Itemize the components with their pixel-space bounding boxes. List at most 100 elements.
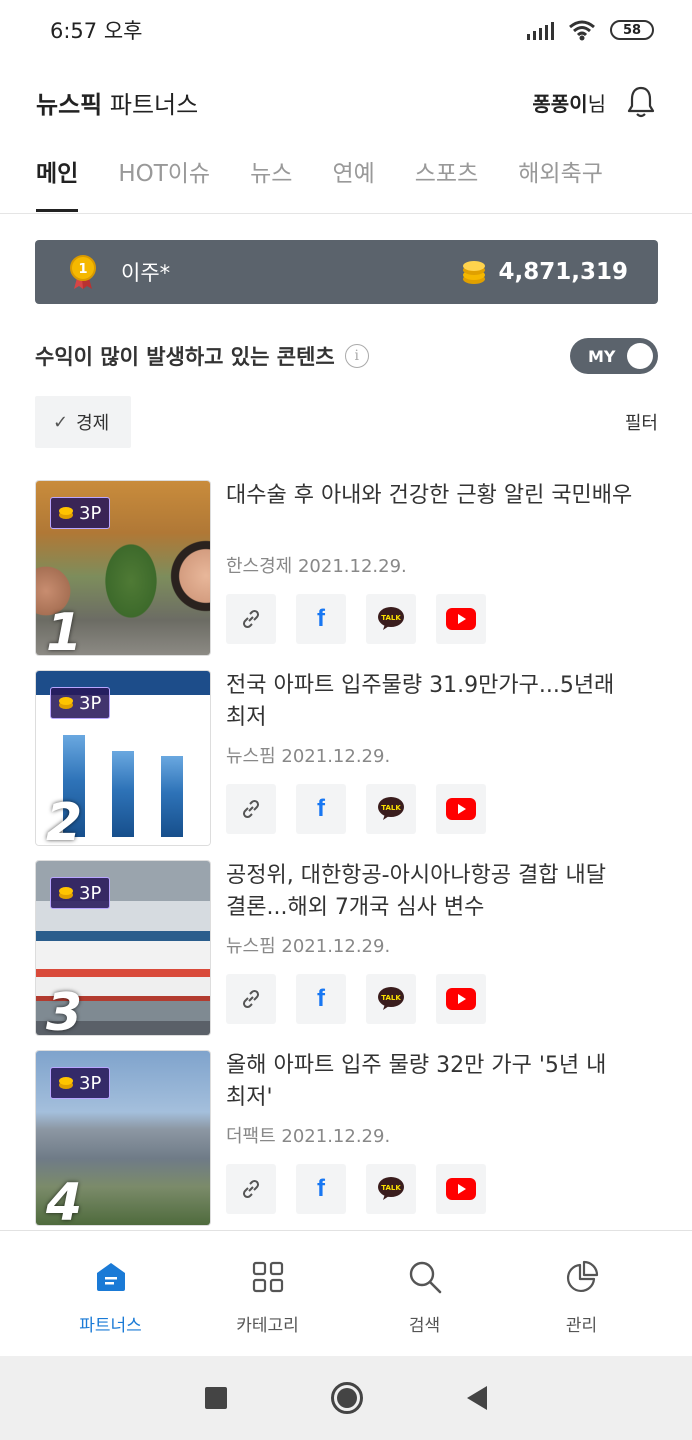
facebook-share-button[interactable]: f	[296, 1164, 346, 1214]
pie-chart-icon	[566, 1260, 598, 1292]
kakaotalk-share-button[interactable]: TALK	[366, 974, 416, 1024]
list-item[interactable]: 3P 2 전국 아파트 입주물량 31.9만가구...5년래 최저 뉴스핌 20…	[35, 670, 658, 860]
kakaotalk-share-button[interactable]: TALK	[366, 784, 416, 834]
youtube-share-button[interactable]	[436, 594, 486, 644]
facebook-icon: f	[317, 1175, 325, 1202]
my-toggle-label: MY	[588, 346, 616, 366]
article-source-date: 뉴스핌 2021.12.29.	[226, 936, 391, 957]
points-badge-label: 3P	[79, 502, 102, 524]
article-source-date: 더팩트 2021.12.29.	[226, 1126, 391, 1147]
section-header: 수익이 많이 발생하고 있는 콘텐츠 i MY	[35, 334, 658, 378]
category-tabs: 메인 HOT이슈 뉴스 연예 스포츠 해외축구	[0, 146, 692, 214]
nav-manage[interactable]: 관리	[522, 1231, 642, 1356]
copy-link-button[interactable]	[226, 594, 276, 644]
filter-button[interactable]: 필터	[625, 409, 658, 435]
points-badge-label: 3P	[79, 1072, 102, 1094]
points-badge: 3P	[50, 497, 111, 529]
facebook-icon: f	[317, 605, 325, 632]
article-title[interactable]: 올해 아파트 입주 물량 32만 가구 '5년 내 최저'	[226, 1050, 658, 1114]
bottom-navigation: 파트너스 카테고리 검색 관리	[0, 1230, 692, 1356]
back-icon[interactable]	[467, 1386, 487, 1410]
section-title: 수익이 많이 발생하고 있는 콘텐츠	[35, 345, 335, 369]
facebook-share-button[interactable]: f	[296, 594, 346, 644]
top-earner-name: 이주*	[121, 261, 171, 285]
list-item[interactable]: 3P 4 올해 아파트 입주 물량 32만 가구 '5년 내 최저' 더팩트 2…	[35, 1050, 658, 1240]
battery-icon: 58	[610, 20, 654, 40]
rank-number: 4	[46, 1173, 83, 1226]
home-icon	[96, 1263, 125, 1291]
kakaotalk-share-button[interactable]: TALK	[366, 1164, 416, 1214]
tab-overseas-soccer[interactable]: 해외축구	[518, 146, 603, 212]
article-thumbnail[interactable]: 3P 2	[35, 670, 211, 846]
app-header: 뉴스픽 파트너스 퐁퐁이님	[0, 70, 692, 134]
copy-link-button[interactable]	[226, 974, 276, 1024]
user-greeting[interactable]: 퐁퐁이님	[532, 88, 606, 117]
link-icon	[242, 609, 260, 629]
article-thumbnail[interactable]: 3P 4	[35, 1050, 211, 1226]
app-title: 뉴스픽 파트너스	[36, 85, 198, 120]
kakaotalk-share-button[interactable]: TALK	[366, 594, 416, 644]
system-nav-bar	[0, 1356, 692, 1440]
nav-label: 카테고리	[236, 1316, 299, 1336]
copy-link-button[interactable]	[226, 1164, 276, 1214]
copy-link-button[interactable]	[226, 784, 276, 834]
status-indicators: 58	[527, 19, 654, 41]
chip-label: 경제	[76, 413, 110, 434]
link-icon	[242, 799, 260, 819]
my-toggle[interactable]: MY	[570, 338, 658, 374]
coin-icon	[59, 697, 73, 709]
youtube-share-button[interactable]	[436, 784, 486, 834]
link-icon	[242, 989, 260, 1009]
home-button-icon[interactable]	[331, 1382, 363, 1414]
recents-icon[interactable]	[205, 1387, 227, 1409]
top-earner-banner[interactable]: 1 이주* 4,871,319	[35, 240, 658, 304]
nav-partners[interactable]: 파트너스	[51, 1231, 171, 1356]
tab-hot-issue[interactable]: HOT이슈	[118, 146, 210, 212]
nav-label: 관리	[565, 1316, 598, 1336]
article-title[interactable]: 공정위, 대한항공-아시아나항공 결합 내달 결론...해외 7개국 심사 변수	[226, 860, 658, 924]
top-earner-points: 4,871,319	[498, 259, 629, 285]
article-source-date: 뉴스핌 2021.12.29.	[226, 746, 391, 767]
list-item[interactable]: 3P 1 대수술 후 아내와 건강한 근황 알린 국민배우 한스경제 2021.…	[35, 480, 658, 670]
tab-main[interactable]: 메인	[36, 146, 79, 212]
youtube-share-button[interactable]	[436, 1164, 486, 1214]
youtube-icon	[446, 608, 476, 630]
share-buttons: f TALK	[226, 594, 658, 644]
tab-entertainment[interactable]: 연예	[332, 146, 374, 212]
nav-category[interactable]: 카테고리	[208, 1231, 328, 1356]
coin-icon	[59, 887, 73, 899]
nav-search[interactable]: 검색	[365, 1231, 485, 1356]
facebook-icon: f	[317, 795, 325, 822]
app-title-rest: 파트너스	[102, 90, 199, 119]
svg-text:1: 1	[78, 262, 87, 277]
rank-number: 1	[46, 603, 83, 656]
tab-sports[interactable]: 스포츠	[415, 146, 478, 212]
gold-medal-icon: 1	[70, 255, 96, 289]
category-chip-economy[interactable]: ✓ 경제	[35, 396, 132, 448]
article-title[interactable]: 대수술 후 아내와 건강한 근황 알린 국민배우	[226, 480, 658, 544]
tab-news[interactable]: 뉴스	[250, 146, 292, 212]
points-badge: 3P	[50, 687, 111, 719]
article-thumbnail[interactable]: 3P 3	[35, 860, 211, 1036]
share-buttons: f TALK	[226, 784, 658, 834]
user-name: 퐁퐁이	[532, 91, 588, 116]
article-thumbnail[interactable]: 3P 1	[35, 480, 211, 656]
facebook-share-button[interactable]: f	[296, 784, 346, 834]
coin-icon	[59, 1077, 73, 1089]
youtube-icon	[446, 798, 476, 820]
list-item[interactable]: 3P 3 공정위, 대한항공-아시아나항공 결합 내달 결론...해외 7개국 …	[35, 860, 658, 1050]
filter-row: ✓ 경제 필터	[35, 396, 658, 448]
kakaotalk-icon-label: TALK	[381, 994, 401, 1002]
facebook-share-button[interactable]: f	[296, 974, 346, 1024]
points-badge-label: 3P	[79, 882, 102, 904]
youtube-share-button[interactable]	[436, 974, 486, 1024]
rank-number: 3	[46, 983, 83, 1036]
wifi-icon	[569, 20, 595, 41]
article-title[interactable]: 전국 아파트 입주물량 31.9만가구...5년래 최저	[226, 670, 658, 734]
kakaotalk-icon: TALK	[378, 607, 404, 630]
info-icon[interactable]: i	[344, 344, 369, 368]
kakaotalk-icon: TALK	[378, 1177, 404, 1200]
bell-icon[interactable]	[626, 85, 656, 119]
rank-number: 2	[46, 793, 83, 846]
points-badge-label: 3P	[79, 692, 102, 714]
